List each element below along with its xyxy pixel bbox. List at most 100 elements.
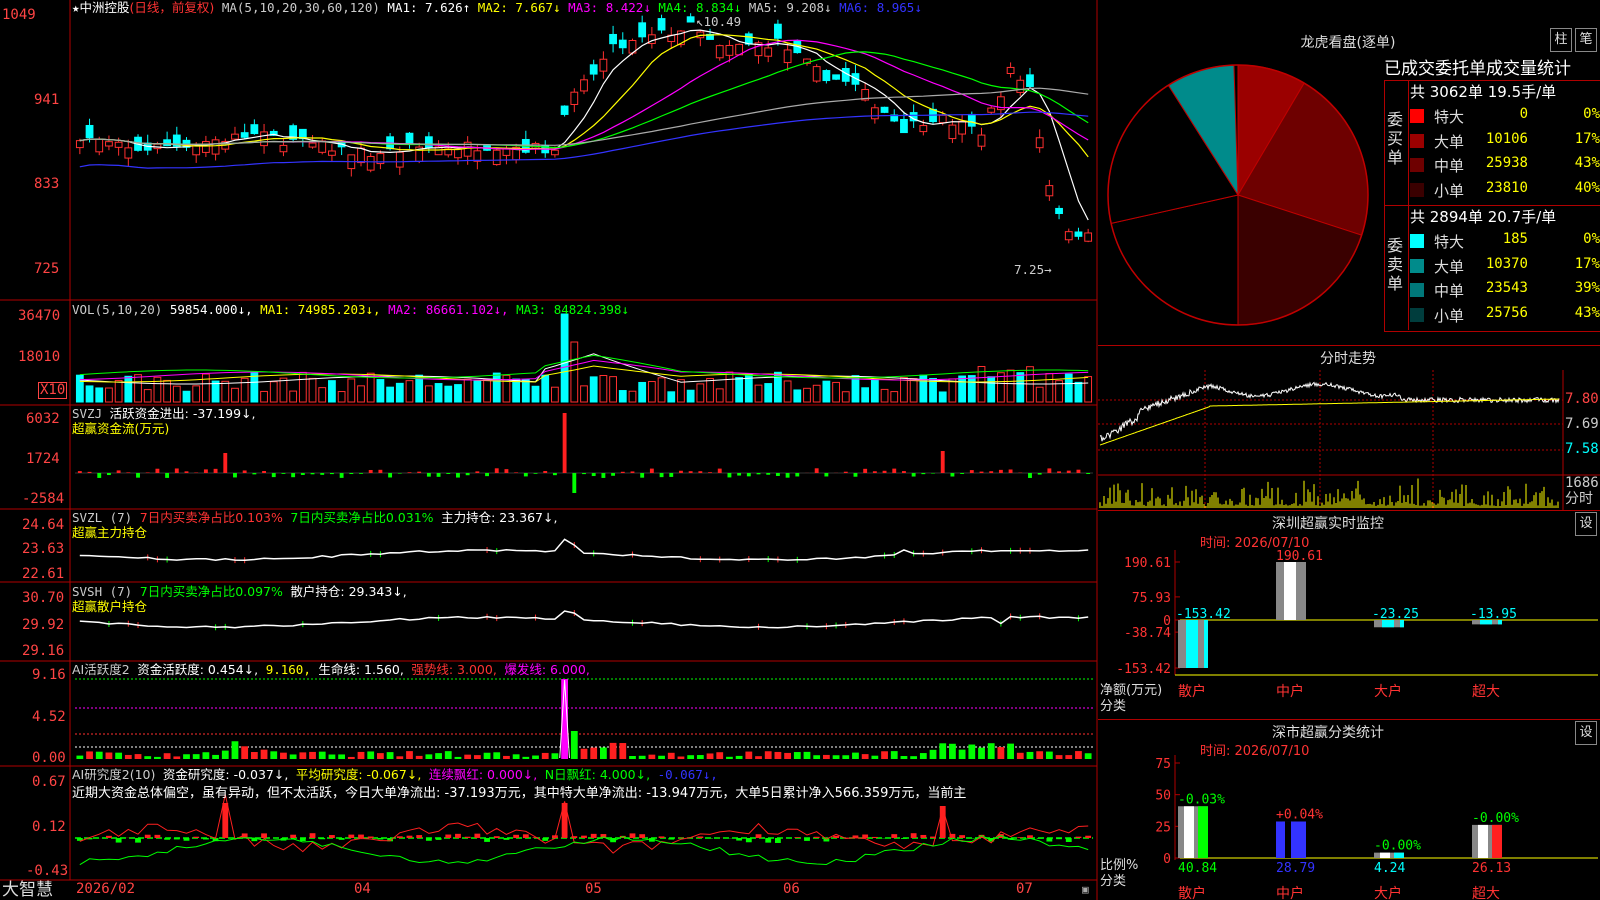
flow-bar — [514, 472, 519, 473]
candle — [667, 27, 676, 49]
order-row: 小单 23810 40% — [1408, 178, 1600, 202]
vol-bar — [483, 379, 491, 403]
activity-bar — [706, 753, 714, 759]
activity-bar — [1055, 755, 1063, 759]
date-label: 06 — [783, 881, 800, 897]
stats-value-label: 28.79 — [1276, 861, 1315, 876]
research-bar — [1036, 838, 1043, 839]
research-bar — [542, 838, 549, 841]
research-bar — [1017, 837, 1024, 838]
monitor-bar-highlight — [1284, 562, 1296, 620]
candle — [231, 126, 239, 140]
vol-bar — [832, 381, 840, 403]
candle — [880, 106, 889, 114]
activity-bar — [832, 755, 840, 759]
svsh-axis-1: 30.70 — [22, 590, 65, 606]
price-axis-3: 833 — [34, 176, 60, 192]
activity-bar — [115, 752, 123, 759]
order-row: 特大 185 0% — [1408, 229, 1600, 253]
monitor-bar-highlight — [1186, 620, 1198, 668]
flow-bar — [184, 471, 189, 473]
research-bar — [755, 834, 762, 838]
monitor-settings-button[interactable]: 设 — [1575, 512, 1597, 536]
research-bar — [319, 838, 326, 840]
candle — [599, 51, 608, 79]
flow-bar — [863, 468, 868, 473]
vol-bar — [783, 380, 792, 403]
color-swatch — [1410, 109, 1424, 123]
price-axis-4: 725 — [34, 261, 60, 277]
monitor-bar-label: -13.95 — [1470, 607, 1517, 622]
vol-bar — [395, 382, 404, 403]
svzj-axis-3: -2584 — [22, 491, 65, 507]
row-pct: 43% — [1574, 155, 1600, 171]
activity-bar — [638, 755, 646, 759]
activity-bar — [609, 742, 617, 759]
flow-bar — [640, 473, 645, 478]
activity-bar — [968, 744, 976, 759]
price-header: ★中洲控股(日线，前复权) MA(5,10,20,30,60,120) MA1:… — [72, 0, 922, 15]
activity-bar — [842, 755, 850, 759]
flow-bar — [368, 469, 373, 473]
ma5-value: MA5: 9.208↓ — [748, 0, 832, 15]
flow-bar — [426, 473, 431, 477]
vol-bar — [444, 385, 453, 403]
activity-bar — [532, 755, 539, 759]
flow-bar — [97, 473, 102, 478]
vol-bar — [870, 378, 879, 403]
vol-bar — [231, 387, 239, 403]
activity-bar — [1007, 743, 1014, 759]
row-name: 小单 — [1434, 181, 1465, 200]
monitor-cat-label: 散户 — [1178, 683, 1206, 700]
activity-bar — [134, 754, 142, 759]
research-bar — [794, 837, 801, 838]
candle — [454, 148, 462, 165]
candle — [657, 14, 666, 34]
lock-icon[interactable]: ▣ — [1082, 882, 1089, 897]
svsh-axis-2: 29.92 — [22, 617, 65, 633]
candle — [1035, 129, 1044, 153]
flow-bar — [969, 470, 974, 473]
vol-bar — [143, 389, 152, 403]
monitor-cat-label: 中户 — [1276, 683, 1304, 700]
research-bar — [571, 836, 578, 838]
flow-bar — [552, 473, 557, 476]
flow-bar — [388, 473, 393, 478]
candle — [638, 15, 647, 43]
vol-bar — [667, 391, 676, 403]
candle — [328, 144, 336, 162]
research-bar — [464, 836, 471, 838]
vol-bar — [841, 391, 850, 403]
ai1-axis-1: 9.16 — [32, 667, 66, 683]
flow-bar — [727, 473, 732, 478]
activity-bar — [997, 747, 1005, 759]
intraday-chart[interactable] — [1098, 370, 1600, 510]
activity-bar — [95, 751, 103, 759]
vol-bar — [657, 377, 666, 403]
stats-settings-button[interactable]: 设 — [1575, 721, 1597, 745]
svzl-axis-2: 23.63 — [22, 541, 65, 557]
activity-bar — [338, 754, 346, 759]
activity-bar — [987, 743, 995, 759]
stats-value-label: 26.13 — [1472, 861, 1511, 876]
tick-view-button[interactable]: 笔 — [1575, 28, 1597, 52]
research-bar — [862, 834, 869, 838]
color-swatch — [1410, 307, 1424, 322]
activity-bar — [250, 752, 258, 759]
intraday-axis-1: 7.80 — [1565, 391, 1599, 407]
color-swatch — [1410, 182, 1424, 197]
activity-bar — [1026, 751, 1034, 759]
vol-unit[interactable]: X10 — [38, 382, 68, 399]
row-value: 10370 — [1485, 255, 1528, 272]
candle — [1055, 205, 1063, 220]
research-bar — [959, 835, 966, 838]
flow-bar — [611, 473, 616, 476]
flow-bar — [116, 470, 121, 473]
color-swatch — [1410, 283, 1424, 297]
vol-bar — [376, 379, 385, 403]
flow-bar — [582, 473, 586, 475]
ma1-value: MA1: 7.626↑ — [387, 0, 471, 15]
activity-bar — [270, 751, 278, 759]
column-view-button[interactable]: 柱 — [1550, 28, 1572, 52]
research-bar — [1075, 836, 1082, 838]
